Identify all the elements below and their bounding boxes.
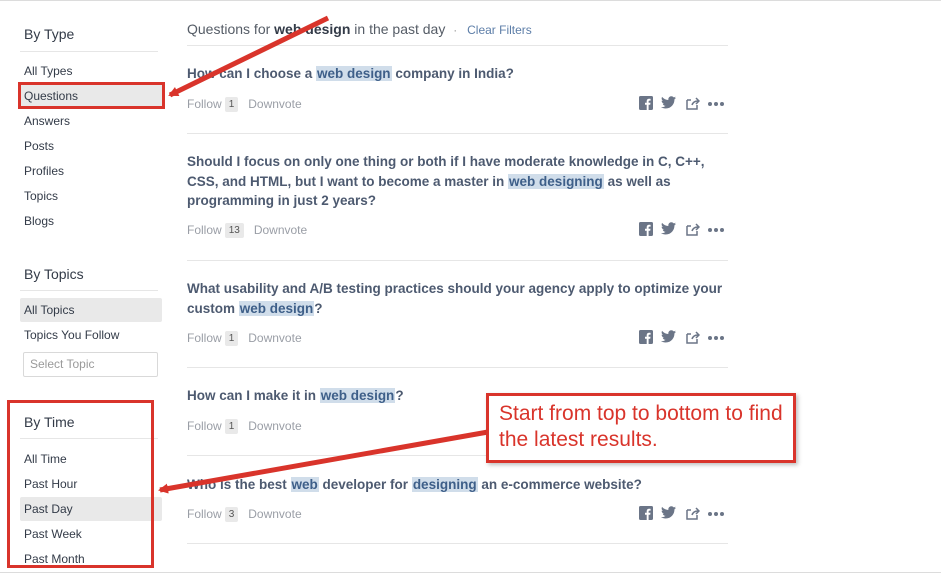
search-term-highlight: web bbox=[290, 477, 319, 492]
question-title-text: ? bbox=[395, 388, 404, 403]
by-type-title: By Type bbox=[24, 26, 75, 42]
share-actions bbox=[639, 222, 729, 238]
follow-button[interactable]: Follow bbox=[187, 331, 222, 345]
question-title-text: ? bbox=[314, 300, 323, 316]
filter-all-types[interactable]: All Types bbox=[20, 59, 162, 83]
results-header: Questions for web design in the past day… bbox=[187, 21, 532, 37]
search-term-highlight: designing bbox=[411, 477, 478, 492]
share-actions bbox=[639, 330, 729, 346]
question-actions: Follow 3 Downvote bbox=[187, 507, 302, 522]
share-actions bbox=[639, 506, 729, 522]
by-topics-divider bbox=[20, 290, 158, 291]
downvote-button[interactable]: Downvote bbox=[248, 419, 301, 433]
filter-past-hour[interactable]: Past Hour bbox=[20, 472, 162, 496]
question-actions: Follow 1 Downvote bbox=[187, 97, 302, 112]
filter-past-week[interactable]: Past Week bbox=[20, 522, 162, 546]
question-divider bbox=[187, 543, 728, 544]
question-title-text: How can I choose a bbox=[187, 66, 317, 81]
follow-count: 3 bbox=[224, 507, 239, 522]
follow-count: 1 bbox=[224, 97, 239, 112]
downvote-button[interactable]: Downvote bbox=[248, 331, 301, 345]
filter-past-day[interactable]: Past Day bbox=[20, 497, 162, 521]
question-title-link[interactable]: Who is the best web developer for design… bbox=[187, 475, 732, 495]
question-actions: Follow 1 Downvote bbox=[187, 419, 302, 434]
by-time-divider bbox=[20, 438, 158, 439]
filter-all-topics[interactable]: All Topics bbox=[20, 298, 162, 322]
question-title-text: Who is the best bbox=[187, 477, 291, 492]
filter-blogs[interactable]: Blogs bbox=[20, 209, 162, 233]
by-topics-title: By Topics bbox=[24, 266, 84, 282]
header-separator: · bbox=[453, 23, 458, 37]
filter-past-month[interactable]: Past Month bbox=[20, 547, 162, 571]
filter-answers[interactable]: Answers bbox=[20, 109, 162, 133]
search-term-highlight: web design bbox=[238, 300, 315, 316]
question-actions: Follow 13 Downvote bbox=[187, 223, 307, 238]
annotation-callout: Start from top to bottom to find the lat… bbox=[486, 393, 796, 463]
question-divider bbox=[187, 260, 728, 261]
select-topic-input[interactable]: Select Topic bbox=[23, 352, 158, 377]
question-actions: Follow 1 Downvote bbox=[187, 331, 302, 346]
header-prefix: Questions for bbox=[187, 21, 271, 37]
question-divider bbox=[187, 367, 728, 368]
question-divider bbox=[187, 133, 728, 134]
search-results-page: By Type All Types Questions Answers Posts Pr… bbox=[0, 0, 941, 573]
follow-count: 1 bbox=[224, 419, 239, 434]
header-suffix: in the past day bbox=[354, 21, 446, 37]
search-term-highlight: web design bbox=[316, 66, 392, 81]
follow-count: 13 bbox=[224, 223, 244, 238]
filter-questions[interactable]: Questions bbox=[20, 84, 162, 108]
question-title-link[interactable]: What usability and A/B testing practices… bbox=[187, 279, 732, 318]
question-title-text: developer for bbox=[318, 477, 412, 492]
follow-button[interactable]: Follow bbox=[187, 223, 222, 237]
downvote-button[interactable]: Downvote bbox=[254, 223, 307, 237]
question-title-link[interactable]: How can I choose a web design company in… bbox=[187, 64, 732, 84]
filter-sidebar: By Type All Types Questions Answers Posts Pr… bbox=[0, 0, 170, 573]
downvote-button[interactable]: Downvote bbox=[248, 507, 301, 521]
question-title-text: an e-commerce website? bbox=[477, 477, 642, 492]
question-title-link[interactable]: Should I focus on only one thing or both… bbox=[187, 152, 732, 211]
header-divider bbox=[187, 45, 728, 46]
downvote-button[interactable]: Downvote bbox=[248, 97, 301, 111]
by-type-divider bbox=[20, 51, 158, 52]
follow-button[interactable]: Follow bbox=[187, 419, 222, 433]
filter-posts[interactable]: Posts bbox=[20, 134, 162, 158]
clear-filters-link[interactable]: Clear Filters bbox=[467, 23, 532, 37]
question-title-text: How can I make it in bbox=[187, 388, 320, 403]
share-actions bbox=[639, 96, 729, 112]
header-query: web design bbox=[274, 21, 351, 37]
by-time-title: By Time bbox=[24, 414, 75, 430]
filter-profiles[interactable]: Profiles bbox=[20, 159, 162, 183]
filter-topics[interactable]: Topics bbox=[20, 184, 162, 208]
filter-topics-you-follow[interactable]: Topics You Follow bbox=[20, 323, 162, 347]
follow-button[interactable]: Follow bbox=[187, 97, 222, 111]
follow-button[interactable]: Follow bbox=[187, 507, 222, 521]
search-term-highlight: web designing bbox=[508, 173, 604, 189]
search-term-highlight: web design bbox=[319, 388, 396, 403]
filter-all-time[interactable]: All Time bbox=[20, 447, 162, 471]
question-title-text: company in India? bbox=[391, 66, 514, 81]
follow-count: 1 bbox=[224, 331, 239, 346]
